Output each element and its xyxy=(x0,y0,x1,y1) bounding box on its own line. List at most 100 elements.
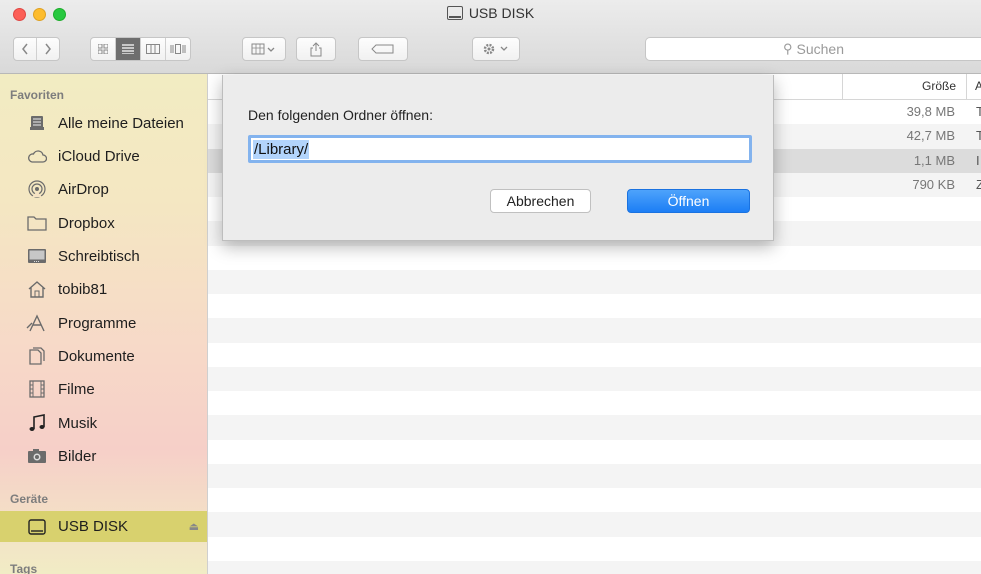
cover-flow-button[interactable] xyxy=(166,38,190,60)
applications-icon xyxy=(26,314,45,332)
share-button[interactable] xyxy=(296,37,336,61)
icon-view-icon xyxy=(98,44,108,54)
sidebar-item-label: Musik xyxy=(58,414,98,432)
forward-icon xyxy=(45,43,51,55)
empty-row xyxy=(208,366,981,391)
sidebar-item-label: Bilder xyxy=(58,447,97,465)
sidebar-item-home[interactable]: tobib81 xyxy=(0,274,207,304)
empty-row xyxy=(208,463,981,488)
desktop-icon xyxy=(28,249,46,263)
empty-row xyxy=(208,440,981,464)
column-view-button[interactable] xyxy=(141,38,166,60)
empty-row xyxy=(208,294,981,318)
sidebar-item-label: AirDrop xyxy=(58,180,109,198)
column-view-icon xyxy=(146,44,160,54)
file-size: 42,7 MB xyxy=(906,128,955,144)
home-icon xyxy=(28,281,46,298)
empty-row xyxy=(208,269,981,294)
arrange-icon xyxy=(251,43,275,55)
window-toolbar: USB DISK ⚲ Suchen xyxy=(0,0,981,74)
sidebar-item-label: Alle meine Dateien xyxy=(58,114,184,132)
file-size: 790 KB xyxy=(912,176,955,192)
pictures-icon xyxy=(28,449,46,463)
disk-icon xyxy=(28,518,46,535)
sidebar-item-airdrop[interactable]: AirDrop xyxy=(0,174,207,204)
empty-row xyxy=(208,488,981,512)
search-placeholder: Suchen xyxy=(796,41,844,57)
sidebar-item-label: iCloud Drive xyxy=(58,147,140,165)
column-header-size[interactable]: Größe xyxy=(842,74,966,99)
sidebar-item-desktop[interactable]: Schreibtisch xyxy=(0,241,207,271)
sidebar-item-label: Programme xyxy=(58,314,137,332)
empty-row xyxy=(208,537,981,561)
disk-icon xyxy=(446,6,463,20)
sidebar-item-usb-disk[interactable]: USB DISK ⏏ xyxy=(0,511,207,542)
empty-row xyxy=(208,343,981,367)
list-view-button[interactable] xyxy=(116,38,141,60)
file-extra-column: Z xyxy=(976,176,981,192)
file-extra-column: T xyxy=(976,128,981,144)
sidebar-item-documents[interactable]: Dokumente xyxy=(0,341,207,371)
sidebar-item-label: Schreibtisch xyxy=(58,247,140,265)
column-header-more[interactable]: A xyxy=(966,74,981,99)
arrange-button[interactable] xyxy=(242,37,286,61)
tag-icon xyxy=(371,44,394,54)
empty-row xyxy=(208,560,981,574)
empty-row xyxy=(208,318,981,343)
sidebar-item-label: tobib81 xyxy=(58,280,108,298)
back-button[interactable] xyxy=(14,38,37,60)
window-title: USB DISK xyxy=(0,5,981,21)
sidebar-heading-devices: Geräte xyxy=(10,492,49,506)
sidebar-item-movies[interactable]: Filme xyxy=(0,374,207,404)
forward-button[interactable] xyxy=(37,38,59,60)
search-icon: ⚲ xyxy=(782,41,793,56)
open-button[interactable]: Öffnen xyxy=(627,189,750,213)
file-extra-column: T xyxy=(976,104,981,119)
dialog-prompt: Den folgenden Ordner öffnen: xyxy=(248,107,433,123)
airdrop-icon xyxy=(28,180,46,198)
sidebar-item-label: Filme xyxy=(58,380,95,398)
cloud-icon xyxy=(28,150,47,163)
sidebar-item-all-files[interactable]: Alle meine Dateien xyxy=(0,108,207,138)
sidebar-item-label: Dokumente xyxy=(58,347,135,365)
sidebar-heading-favorites: Favoriten xyxy=(10,88,65,102)
file-size: 39,8 MB xyxy=(906,104,955,119)
file-extra-column: I xyxy=(976,152,980,168)
back-forward-control xyxy=(13,37,60,61)
folder-path-input[interactable]: /Library/ xyxy=(248,135,752,163)
empty-row xyxy=(208,246,981,270)
cover-flow-icon xyxy=(170,44,186,54)
search-input[interactable]: ⚲ Suchen xyxy=(645,37,981,61)
back-icon xyxy=(22,43,28,55)
window-title-text: USB DISK xyxy=(468,5,535,21)
sidebar-item-label: USB DISK xyxy=(58,518,129,535)
folder-path-value: /Library/ xyxy=(253,139,310,159)
icon-view-button[interactable] xyxy=(91,38,116,60)
music-icon xyxy=(29,414,45,431)
tag-button[interactable] xyxy=(358,37,408,61)
sidebar-item-label: Dropbox xyxy=(58,214,115,232)
sidebar-item-icloud[interactable]: iCloud Drive xyxy=(0,141,207,171)
sidebar-item-applications[interactable]: Programme xyxy=(0,308,207,338)
file-size: 1,1 MB xyxy=(913,152,955,168)
go-to-folder-dialog: Den folgenden Ordner öffnen: /Library/ A… xyxy=(222,75,774,241)
movies-icon xyxy=(29,380,45,398)
eject-icon[interactable]: ⏏ xyxy=(189,520,199,533)
sidebar-item-music[interactable]: Musik xyxy=(0,408,207,438)
empty-row xyxy=(208,415,981,440)
folder-icon xyxy=(27,216,47,231)
documents-icon xyxy=(29,347,45,365)
list-view-icon xyxy=(122,44,134,54)
cancel-button[interactable]: Abbrechen xyxy=(490,189,591,213)
action-gear-icon xyxy=(483,43,508,55)
action-button[interactable] xyxy=(472,37,520,61)
all-files-icon xyxy=(30,116,44,130)
sidebar-item-dropbox[interactable]: Dropbox xyxy=(0,208,207,238)
share-icon xyxy=(310,41,322,56)
sidebar-heading-tags: Tags xyxy=(10,562,38,574)
empty-row xyxy=(208,512,981,537)
sidebar: Favoriten Alle meine Dateien iCloud Driv… xyxy=(0,74,208,574)
view-mode-control xyxy=(90,37,191,61)
empty-row xyxy=(208,391,981,415)
sidebar-item-pictures[interactable]: Bilder xyxy=(0,441,207,471)
